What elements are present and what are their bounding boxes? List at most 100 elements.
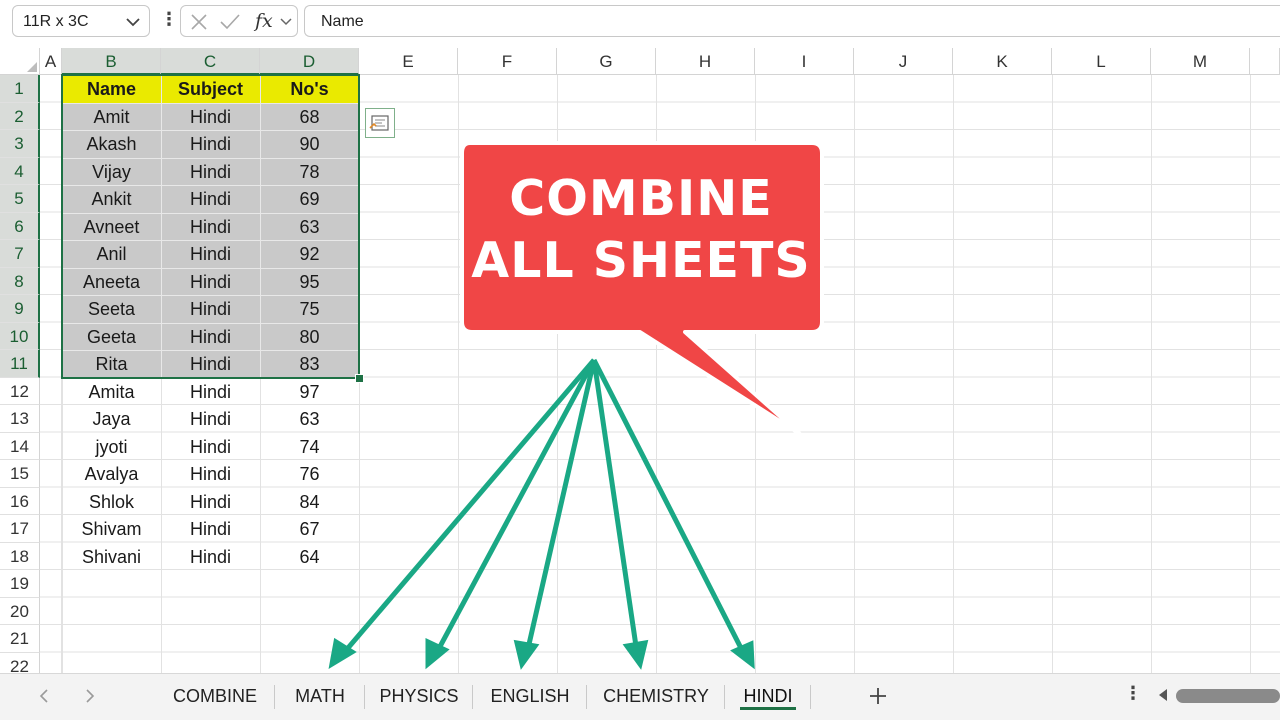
more-options-icon[interactable]: ⋮ xyxy=(160,10,178,28)
row-header-19[interactable]: 19 xyxy=(0,570,40,598)
row-header-15[interactable]: 15 xyxy=(0,460,40,488)
column-header-e[interactable]: E xyxy=(359,48,458,75)
active-tab-underline xyxy=(740,707,796,710)
row-header-17[interactable]: 17 xyxy=(0,515,40,543)
callout-text: COMBINE ALL SHEETS xyxy=(462,168,820,292)
column-header-l[interactable]: L xyxy=(1052,48,1151,75)
sheet-tab-physics[interactable]: PHYSICS xyxy=(368,674,470,720)
table-cell[interactable]: Hindi xyxy=(161,515,260,543)
grid-line xyxy=(458,75,459,673)
function-icon[interactable]: fx xyxy=(255,10,273,32)
grid-line xyxy=(656,75,657,673)
sheet-tab-bar: COMBINE MATH PHYSICS ENGLISH CHEMISTRY HINDI … xyxy=(0,673,1280,720)
row-header-11[interactable]: 11 xyxy=(0,350,40,378)
row-header-1[interactable]: 1 xyxy=(0,75,40,103)
table-cell[interactable]: Hindi xyxy=(161,460,260,488)
row-header-13[interactable]: 13 xyxy=(0,405,40,433)
callout-line-1: COMBINE xyxy=(509,170,773,227)
sheet-tab-combine[interactable]: COMBINE xyxy=(158,674,272,720)
row-header-4[interactable]: 4 xyxy=(0,157,40,185)
table-cell[interactable]: 84 xyxy=(260,488,359,516)
callout-line-2: ALL SHEETS xyxy=(471,232,811,289)
column-header-h[interactable]: H xyxy=(656,48,755,75)
column-header-k[interactable]: K xyxy=(953,48,1052,75)
table-cell[interactable]: 63 xyxy=(260,405,359,433)
table-cell[interactable]: 97 xyxy=(260,378,359,406)
column-header-j[interactable]: J xyxy=(854,48,953,75)
table-cell[interactable]: 64 xyxy=(260,543,359,571)
table-cell[interactable]: Amita xyxy=(62,378,161,406)
row-header-14[interactable]: 14 xyxy=(0,432,40,460)
quick-analysis-icon xyxy=(369,115,389,131)
table-cell[interactable]: Jaya xyxy=(62,405,161,433)
table-cell[interactable]: 76 xyxy=(260,460,359,488)
row-header-10[interactable]: 10 xyxy=(0,322,40,350)
table-cell[interactable]: Hindi xyxy=(161,543,260,571)
table-cell[interactable]: Hindi xyxy=(161,488,260,516)
name-box[interactable]: 11R x 3C xyxy=(12,5,150,37)
grid-line xyxy=(1250,75,1251,673)
formula-input[interactable]: Name xyxy=(304,5,1280,37)
horizontal-scrollbar[interactable] xyxy=(1176,689,1280,703)
column-header-a[interactable]: A xyxy=(40,48,62,75)
row-header-12[interactable]: 12 xyxy=(0,377,40,405)
table-cell[interactable]: Shivam xyxy=(62,515,161,543)
row-header-6[interactable]: 6 xyxy=(0,212,40,240)
row-header-2[interactable]: 2 xyxy=(0,102,40,130)
enter-icon[interactable] xyxy=(219,12,241,32)
row-header-20[interactable]: 20 xyxy=(0,597,40,625)
table-cell[interactable]: 67 xyxy=(260,515,359,543)
row-header-22[interactable]: 22 xyxy=(0,652,40,673)
row-header-7[interactable]: 7 xyxy=(0,240,40,268)
cancel-icon[interactable] xyxy=(189,12,209,32)
tab-separator xyxy=(472,685,473,709)
row-header-5[interactable]: 5 xyxy=(0,185,40,213)
column-header-f[interactable]: F xyxy=(458,48,557,75)
row-header-8[interactable]: 8 xyxy=(0,267,40,295)
table-cell[interactable]: jyoti xyxy=(62,433,161,461)
row-header-3[interactable]: 3 xyxy=(0,130,40,158)
sheet-tab-chemistry[interactable]: CHEMISTRY xyxy=(590,674,722,720)
tab-prev-icon[interactable] xyxy=(34,686,54,706)
table-cell[interactable]: Hindi xyxy=(161,405,260,433)
column-header-partial xyxy=(1250,48,1280,75)
grid-line xyxy=(557,75,558,673)
worksheet-grid[interactable]: ABCDEFGHIJKLM 1 2 3 4 5 6 7 8 9 10 11 12 13 14 15 16 17 1… xyxy=(0,48,1280,673)
tab-separator xyxy=(274,685,275,709)
formula-value: Name xyxy=(321,13,364,30)
tab-separator xyxy=(810,685,811,709)
row-header-18[interactable]: 18 xyxy=(0,542,40,570)
scroll-left-icon[interactable] xyxy=(1157,688,1169,702)
add-sheet-icon[interactable] xyxy=(864,682,892,710)
chevron-down-icon[interactable] xyxy=(123,12,143,32)
column-header-i[interactable]: I xyxy=(755,48,854,75)
row-header-21[interactable]: 21 xyxy=(0,625,40,653)
column-header-m[interactable]: M xyxy=(1151,48,1250,75)
column-header-c[interactable]: C xyxy=(161,48,260,75)
more-options-icon[interactable]: ⋮ xyxy=(1124,684,1142,702)
formula-bar: 11R x 3C ⋮ fx Name xyxy=(0,0,1280,42)
row-header-9[interactable]: 9 xyxy=(0,295,40,323)
select-all-corner[interactable] xyxy=(0,48,40,75)
tab-next-icon[interactable] xyxy=(80,686,100,706)
column-header-b[interactable]: B xyxy=(62,48,161,75)
column-header-g[interactable]: G xyxy=(557,48,656,75)
table-cell[interactable]: Shlok xyxy=(62,488,161,516)
column-header-d[interactable]: D xyxy=(260,48,359,75)
tab-separator xyxy=(586,685,587,709)
table-cell[interactable]: Hindi xyxy=(161,433,260,461)
fill-handle[interactable] xyxy=(355,373,364,383)
select-all-icon xyxy=(27,62,37,72)
grid-line xyxy=(1151,75,1152,673)
table-cell[interactable]: Hindi xyxy=(161,378,260,406)
sheet-tab-english[interactable]: ENGLISH xyxy=(476,674,584,720)
table-cell[interactable]: Shivani xyxy=(62,543,161,571)
row-header-16[interactable]: 16 xyxy=(0,487,40,515)
grid-line xyxy=(755,75,756,673)
sheet-tab-hindi[interactable]: HINDI xyxy=(728,674,808,720)
sheet-tab-math[interactable]: MATH xyxy=(278,674,362,720)
table-cell[interactable]: Avalya xyxy=(62,460,161,488)
table-cell[interactable]: 74 xyxy=(260,433,359,461)
chevron-down-icon[interactable] xyxy=(279,16,293,28)
quick-analysis-button[interactable] xyxy=(365,108,395,138)
